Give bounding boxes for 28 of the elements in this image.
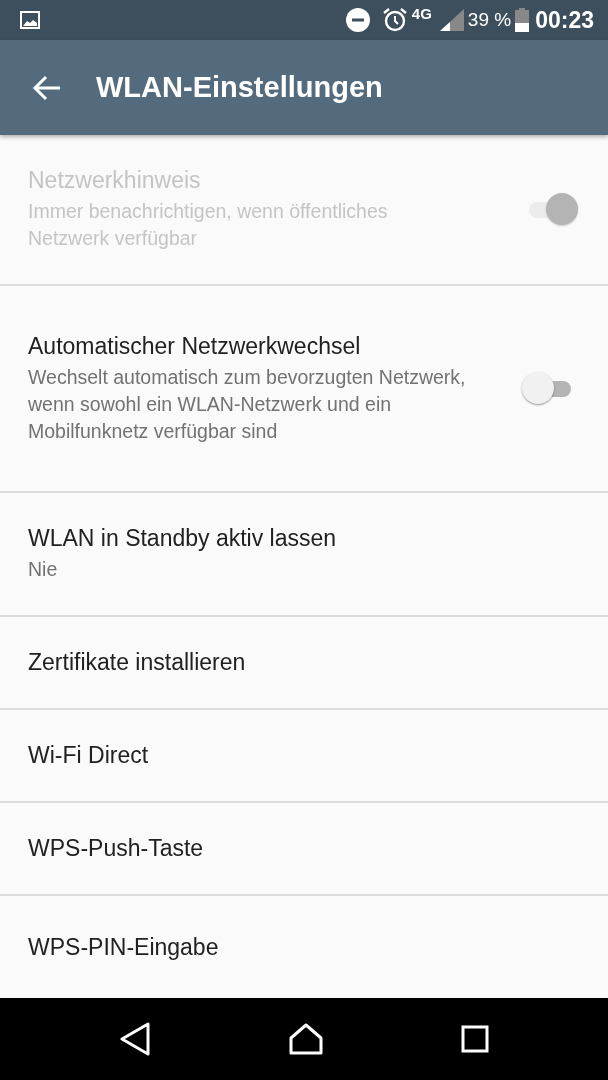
setting-title: WPS-Push-Taste xyxy=(28,835,205,862)
settings-item[interactable]: WPS-PIN-Eingabe xyxy=(0,896,608,998)
battery-icon xyxy=(515,8,530,32)
setting-title: Zertifikate installieren xyxy=(28,649,247,676)
back-arrow-icon xyxy=(32,74,62,101)
square-icon xyxy=(461,1025,489,1053)
settings-item[interactable]: WLAN in Standby aktiv lassen Nie xyxy=(0,493,608,617)
back-button[interactable] xyxy=(32,74,62,101)
settings-item[interactable]: WPS-Push-Taste xyxy=(0,803,608,896)
clock: 00:23 xyxy=(535,6,594,34)
setting-title: Automatischer Netzwerkwechsel xyxy=(28,332,362,360)
settings-item[interactable]: Wi-Fi Direct xyxy=(0,710,608,803)
settings-item[interactable]: Zertifikate installieren xyxy=(0,617,608,710)
screen-title: WLAN-Einstellungen xyxy=(96,71,383,104)
setting-summary: Nie xyxy=(28,557,59,582)
home-icon xyxy=(289,1023,323,1055)
battery-percent: 39 % xyxy=(467,9,512,31)
setting-summary: Wechselt automatisch zum bevorzugten Netzwerk, wenn sowohl ein WLAN-Netzwerk und ein Mobilfunknetz verfügbar sind xyxy=(28,364,467,444)
image-icon xyxy=(20,11,40,29)
do-not-disturb-icon xyxy=(345,8,370,32)
setting-title: WPS-PIN-Eingabe xyxy=(28,933,220,961)
back-triangle-icon xyxy=(119,1022,151,1056)
setting-title: WLAN in Standby aktiv lassen xyxy=(28,525,338,552)
settings-item[interactable]: Automatischer Netzwerkwechsel Wechselt automatisch zum bevorzugten Netzwerk, wenn sowohl ein WLAN-Netzwerk und ein Mobilfunknetz verfügbar sind xyxy=(0,286,608,493)
setting-title: Wi-Fi Direct xyxy=(28,742,150,769)
network-type: 4G xyxy=(411,5,432,22)
signal-icon xyxy=(439,9,464,31)
alarm-icon xyxy=(381,7,408,33)
